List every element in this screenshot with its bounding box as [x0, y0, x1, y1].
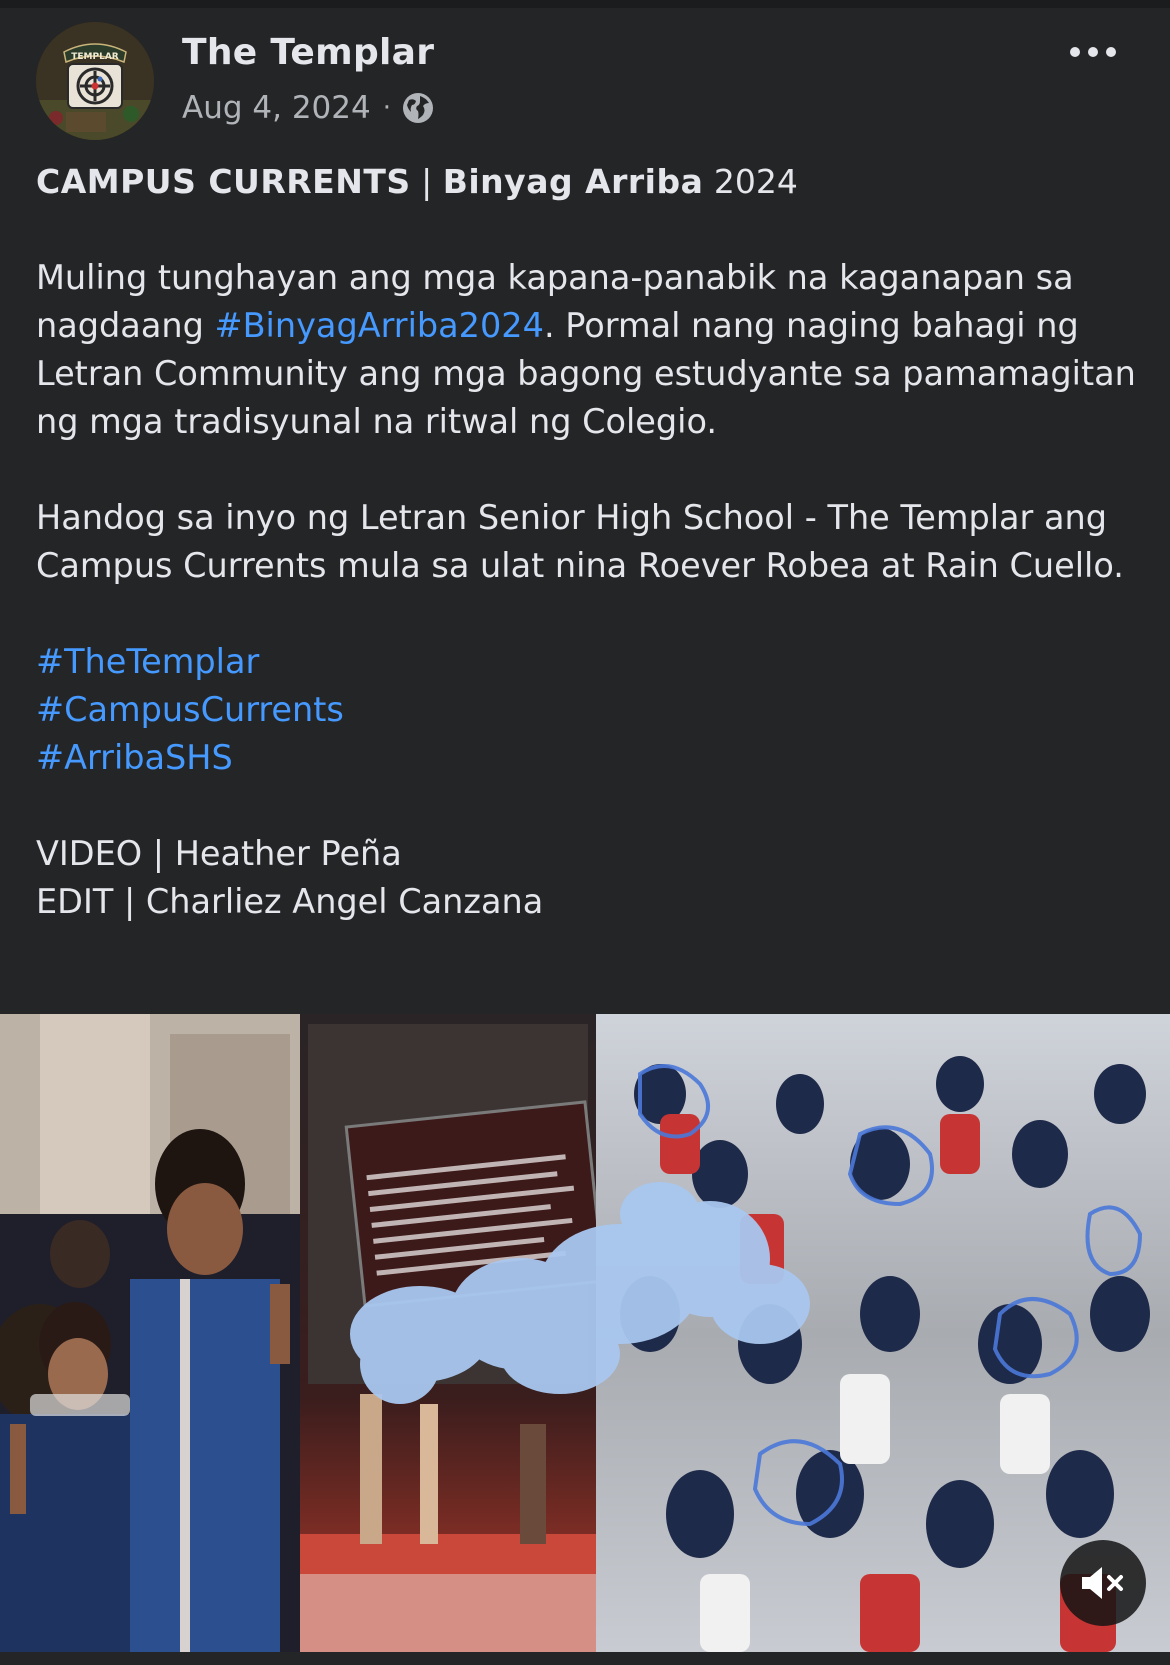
post-header: TEMPLAR The Templar Aug 4, 2024 · — [36, 22, 1136, 142]
credit-video: VIDEO | Heather Peña — [36, 834, 402, 873]
post-text: CAMPUS CURRENTS | Binyag Arriba 2024 Mul… — [36, 158, 1146, 926]
more-dot-icon — [1106, 47, 1116, 57]
avatar-badge-text: TEMPLAR — [71, 52, 119, 62]
credit-edit: EDIT | Charliez Angel Canzana — [36, 882, 544, 921]
paragraph-2: Handog sa inyo ng Letran Senior High Sch… — [36, 498, 1124, 585]
page-name[interactable]: The Templar — [182, 32, 434, 73]
top-divider — [0, 0, 1170, 8]
post-title-year: 2024 — [703, 162, 798, 201]
templar-logo-icon: TEMPLAR — [36, 22, 154, 140]
more-dot-icon — [1070, 47, 1080, 57]
post-title: CAMPUS CURRENTS | Binyag Arriba 2024 — [36, 158, 1146, 206]
video-frame — [0, 1014, 1170, 1652]
paragraph-1: Muling tunghayan ang mga kapana-panabik … — [36, 254, 1146, 446]
meta-separator: · — [382, 93, 391, 123]
hashtag-link[interactable]: #CampusCurrents — [36, 690, 344, 729]
globe-icon[interactable] — [401, 91, 435, 125]
hashtag-link[interactable]: #TheTemplar — [36, 642, 259, 681]
hashtag-link[interactable]: #ArribaSHS — [36, 738, 233, 777]
post-title-separator: | — [410, 162, 443, 201]
post-title-part1: CAMPUS CURRENTS — [36, 162, 411, 201]
post-date[interactable]: Aug 4, 2024 — [182, 90, 371, 126]
video-player[interactable] — [0, 1014, 1170, 1652]
more-options-button[interactable] — [1058, 34, 1128, 70]
more-dot-icon — [1088, 47, 1098, 57]
post-title-part2: Binyag Arriba — [442, 162, 704, 201]
avatar[interactable]: TEMPLAR — [36, 22, 154, 140]
mute-button[interactable] — [1060, 1540, 1146, 1626]
post-meta: Aug 4, 2024 · — [182, 88, 435, 128]
speaker-muted-icon — [1082, 1567, 1123, 1599]
bottom-strip — [0, 1652, 1170, 1665]
hashtag-link[interactable]: #BinyagArriba2024 — [215, 306, 544, 345]
